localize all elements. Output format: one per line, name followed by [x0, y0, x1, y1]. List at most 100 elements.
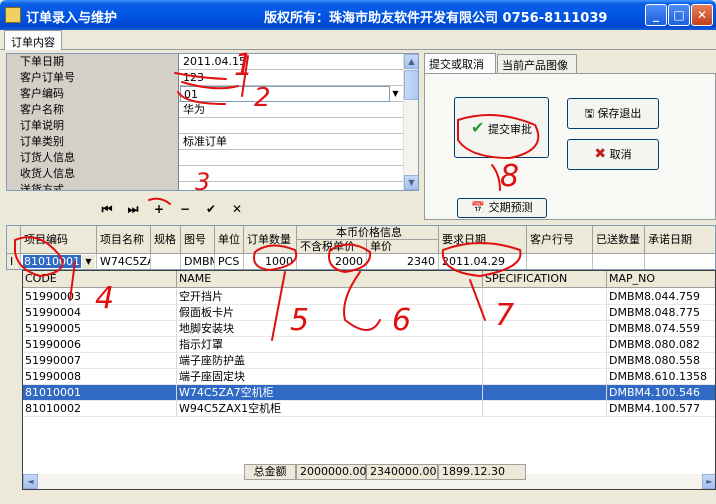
column-header[interactable]: 要求日期 [439, 226, 527, 254]
tab-submit-cancel[interactable]: 提交或取消 [424, 53, 496, 73]
list-cell [483, 321, 607, 337]
list-cell: 假面板卡片 [177, 305, 483, 321]
prop-scrollbar[interactable]: ▲ ▼ [403, 54, 418, 190]
prop-value[interactable]: 2011.04.15 [180, 54, 404, 70]
scroll-down-icon[interactable]: ▼ [404, 175, 418, 190]
list-item[interactable]: 51990008 端子座固定块 DMBM8.610.1358 [23, 369, 715, 385]
prop-value[interactable] [180, 118, 404, 134]
prop-row[interactable]: 订单类别 标准订单 [7, 134, 404, 150]
column-header[interactable]: 项目名称 [97, 226, 151, 254]
prop-row[interactable]: 送货方式 [7, 182, 404, 190]
list-item[interactable]: 51990006 指示灯罩 DMBM8.080.082 [23, 337, 715, 353]
prop-row[interactable]: 订货人信息 [7, 150, 404, 166]
total-net: 2000000.00 [296, 464, 366, 480]
prop-label: 客户订单号 [7, 70, 179, 86]
order-header-grid: 下单日期 2011.04.15 客户订单号 123 客户编码 01 ▼ 客户名称… [6, 53, 419, 191]
add-record-icon[interactable]: + [148, 199, 170, 219]
app-icon [5, 7, 21, 23]
grid-cell[interactable] [151, 254, 181, 269]
prop-value[interactable] [180, 150, 404, 166]
forecast-label: 交期预测 [488, 201, 533, 214]
list-cell: DMBM4.100.577 [607, 401, 715, 417]
column-header[interactable]: 客户行号 [527, 226, 593, 254]
list-cell: DMBM8.080.082 [607, 337, 715, 353]
chevron-down-icon[interactable]: ▼ [82, 255, 95, 269]
grid-cell[interactable]: 2340 [367, 254, 439, 269]
prop-value[interactable]: 标准订单 [180, 134, 404, 150]
prop-row[interactable]: 下单日期 2011.04.15 [7, 54, 404, 70]
prop-row[interactable]: 客户名称 华为 [7, 102, 404, 118]
item-code-editor[interactable]: 81010001 ▼ [21, 254, 97, 269]
list-cell: 51990005 [23, 321, 177, 337]
tab-order-content[interactable]: 订单内容 [4, 30, 62, 50]
grid-cell[interactable]: 2000 [297, 254, 367, 269]
column-header[interactable]: 规格 [151, 226, 181, 254]
list-item[interactable]: 51990004 假面板卡片 DMBM8.048.775 [23, 305, 715, 321]
grid-cell[interactable] [645, 254, 715, 269]
prop-value[interactable] [180, 182, 404, 190]
save-icon: 🖫 [584, 107, 594, 120]
post-record-icon[interactable]: ✔ [200, 199, 222, 219]
first-record-icon[interactable]: ⏮ [96, 199, 118, 219]
check-icon: ✔ [471, 118, 485, 137]
item-code-input[interactable]: 81010001 [23, 255, 81, 268]
scroll-left-icon[interactable]: ◄ [23, 474, 38, 489]
prop-row[interactable]: 客户订单号 123 [7, 70, 404, 86]
minimize-button[interactable]: _ [645, 4, 667, 26]
column-header[interactable]: 项目编码 [21, 226, 97, 254]
column-header[interactable]: 承诺日期 [645, 226, 715, 254]
column-header[interactable]: 不含税单价 [297, 240, 367, 254]
scroll-right-icon[interactable]: ► [702, 474, 715, 489]
item-lookup-list[interactable]: CODE NAME SPECIFICATION MAP_NO 51990003 … [22, 270, 716, 490]
save-exit-label: 保存退出 [597, 107, 642, 120]
delivery-forecast-button[interactable]: 📅 交期预测 [457, 198, 547, 218]
chevron-down-icon[interactable]: ▼ [389, 87, 402, 100]
save-exit-button[interactable]: 🖫 保存退出 [567, 98, 659, 129]
list-cell: W74C5ZA7空机柜 [177, 385, 483, 401]
lookup-header[interactable]: MAP_NO [607, 271, 715, 288]
list-item[interactable]: 51990007 端子座防护盖 DMBM8.080.558 [23, 353, 715, 369]
prop-row[interactable]: 客户编码 01 ▼ [7, 86, 404, 102]
grid-cell[interactable]: 1000 [244, 254, 297, 269]
cancel-button[interactable]: ✖ 取消 [567, 139, 659, 170]
grid-cell[interactable]: 2011.04.29 [439, 254, 527, 269]
list-cell [483, 289, 607, 305]
prop-value[interactable]: 华为 [180, 102, 404, 118]
lookup-header[interactable]: NAME [177, 271, 483, 288]
lookup-header[interactable]: CODE [23, 271, 177, 288]
prop-row[interactable]: 订单说明 [7, 118, 404, 134]
last-record-icon[interactable]: ⏭ [122, 199, 144, 219]
list-item[interactable]: 51990003 空开挡片 DMBM8.044.759 [23, 289, 715, 305]
column-header[interactable]: 图号 [181, 226, 215, 254]
list-item-selected[interactable]: 81010001 W74C5ZA7空机柜 DMBM4.100.546 [23, 385, 715, 401]
prop-value[interactable] [180, 166, 404, 182]
column-header[interactable]: 单位 [215, 226, 244, 254]
list-cell: DMBM8.610.1358 [607, 369, 715, 385]
cancel-label: 取消 [609, 148, 632, 161]
customer-code-select[interactable]: 01 [180, 86, 390, 102]
grid-cell[interactable]: W74C5ZA [97, 254, 151, 269]
column-header[interactable]: 单价 [367, 240, 439, 254]
column-header[interactable]: 已送数量 [593, 226, 645, 254]
order-detail-grid: 项目编码 项目名称 规格 图号 单位 订单数量 本币价格信息 不含税单价 单价 … [6, 225, 716, 270]
scroll-thumb[interactable] [404, 70, 418, 100]
calendar-icon: 📅 [471, 201, 486, 214]
close-button[interactable]: ✕ [691, 4, 713, 26]
tab-product-image[interactable]: 当前产品图像 [497, 54, 577, 73]
submit-approval-button[interactable]: ✔ 提交审批 [454, 97, 549, 158]
lookup-header[interactable]: SPECIFICATION [483, 271, 607, 288]
cancel-edit-icon[interactable]: ✕ [226, 199, 248, 219]
prop-row[interactable]: 收货人信息 [7, 166, 404, 182]
maximize-button[interactable]: □ [668, 4, 690, 26]
grid-cell[interactable] [593, 254, 645, 269]
column-header[interactable]: 订单数量 [244, 226, 297, 254]
list-item[interactable]: 81010002 W94C5ZAX1空机柜 DMBM4.100.577 [23, 401, 715, 417]
grid-cell[interactable] [527, 254, 593, 269]
list-item[interactable]: 51990005 地脚安装块 DMBM8.074.559 [23, 321, 715, 337]
delete-record-icon[interactable]: − [174, 199, 196, 219]
list-cell [483, 401, 607, 417]
grid-cell[interactable]: PCS [215, 254, 244, 269]
grid-cell[interactable]: DMBM [181, 254, 215, 269]
scroll-up-icon[interactable]: ▲ [404, 54, 418, 69]
prop-value[interactable]: 123 [180, 70, 404, 86]
